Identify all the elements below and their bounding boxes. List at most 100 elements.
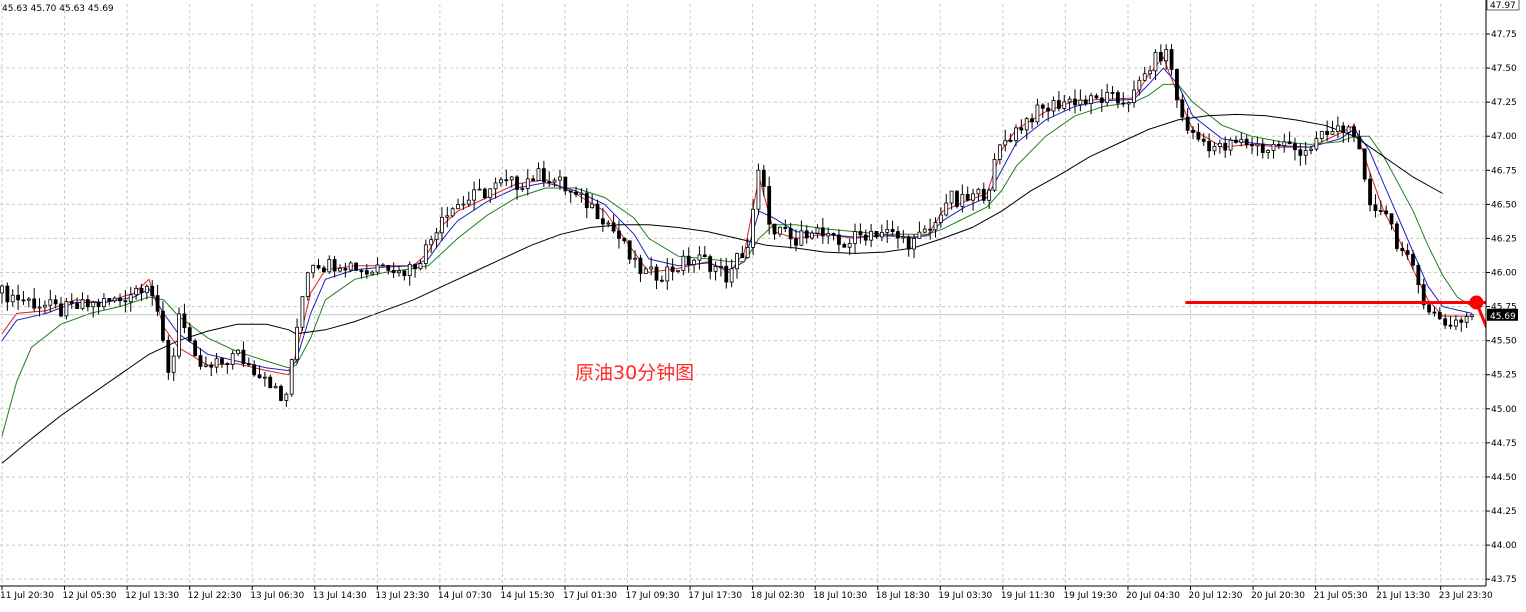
candle-body [890,229,895,232]
candle-body [541,168,546,183]
candle-body [1014,127,1018,141]
candle-body [960,193,965,207]
candle-body [450,208,455,217]
candle-body [1411,254,1415,266]
candle-body [552,179,557,183]
candle-body [912,238,916,250]
x-tick-label: 12 Jul 05:30 [63,591,117,601]
candle-body [520,188,525,190]
candle-body [751,208,755,248]
candle-body [584,192,589,209]
candle-body [1400,248,1405,251]
candle-body [971,193,975,201]
candle-body [1083,99,1088,104]
candle-body [686,255,691,265]
candle-body [21,299,26,302]
candle-body [413,263,418,270]
candle-body [327,259,332,273]
candle-body [1132,89,1136,103]
candle-body [1008,139,1013,142]
y-tick-label: 44.75 [1491,439,1517,449]
candle-body [187,327,192,342]
candle-body [1228,139,1233,151]
candle-body [381,264,385,267]
candle-body [370,271,375,275]
candle-body [933,222,938,231]
candle-body [193,340,198,356]
candle-body [1175,69,1179,101]
candle-body [1346,126,1351,133]
candle-body [1352,126,1356,138]
price-axis-background [1486,0,1526,586]
candle-body [1137,79,1142,91]
candle-body [1073,98,1077,106]
candle-body [1239,138,1244,143]
candle-body [1116,92,1120,104]
candle-body [1298,149,1303,156]
candle-body [906,236,911,250]
y-tick-label: 46.25 [1491,234,1517,244]
candle-body [606,222,611,225]
x-tick-label: 17 Jul 09:30 [626,591,680,601]
candle-body [488,188,493,199]
candle-body [627,240,632,260]
candle-body [316,264,321,269]
candle-body [305,272,310,297]
candle-body [1153,51,1158,72]
candle-body [874,230,879,238]
candle-body [1389,213,1394,225]
candle-body [863,234,868,241]
candle-body [574,191,578,195]
candle-body [171,355,176,373]
candle-body [402,270,407,277]
candle-body [26,298,31,301]
candle-body [150,285,155,296]
candle-body [456,204,460,210]
candle-body [1040,104,1045,109]
candle-body [295,326,299,360]
candle-body [300,296,305,328]
x-tick-label: 12 Jul 13:30 [125,591,179,601]
candle-body [1255,143,1260,147]
candle-body [1378,210,1383,213]
chart-annotation-label: 原油30分钟图 [575,362,694,384]
candle-body [311,264,316,274]
candle-body [1051,100,1056,112]
candle-body [536,168,541,182]
candle-body [338,267,342,272]
price-chart[interactable]: 47.75 47.50 47.25 47.00 46.75 46.50 46.25 46.00… [0,0,1526,608]
candle-body [1448,324,1453,327]
candle-body [472,189,477,201]
y-tick-label: 46.50 [1491,200,1517,210]
candle-body [853,231,857,244]
candle-body [665,266,670,282]
candle-body [1024,118,1029,131]
candle-body [1207,140,1212,152]
candle-body [1276,143,1281,147]
candle-body [1405,250,1410,255]
x-tick-label: 13 Jul 23:30 [375,591,429,601]
candle-body [1287,141,1292,145]
x-tick-label: 19 Jul 11:30 [1001,591,1055,601]
candle-body [429,239,434,246]
candle-body [1244,138,1249,146]
candle-body [139,287,144,294]
candle-body [917,231,922,239]
candle-body [1454,319,1458,327]
candle-body [681,255,686,271]
candle-body [59,303,63,317]
candle-body [1158,51,1163,62]
candle-body [1309,148,1313,151]
x-tick-label: 19 Jul 19:30 [1063,591,1117,601]
candle-body [466,199,471,205]
candle-body [702,254,707,257]
candle-body [155,295,160,312]
candle-body [1437,312,1442,320]
candle-body [1201,138,1206,142]
y-tick-label: 46.75 [1491,166,1517,176]
candle-body [5,285,10,303]
candle-body [273,385,278,389]
x-tick-label: 17 Jul 01:30 [563,591,617,601]
candle-body [32,298,37,309]
candle-body [182,313,187,329]
